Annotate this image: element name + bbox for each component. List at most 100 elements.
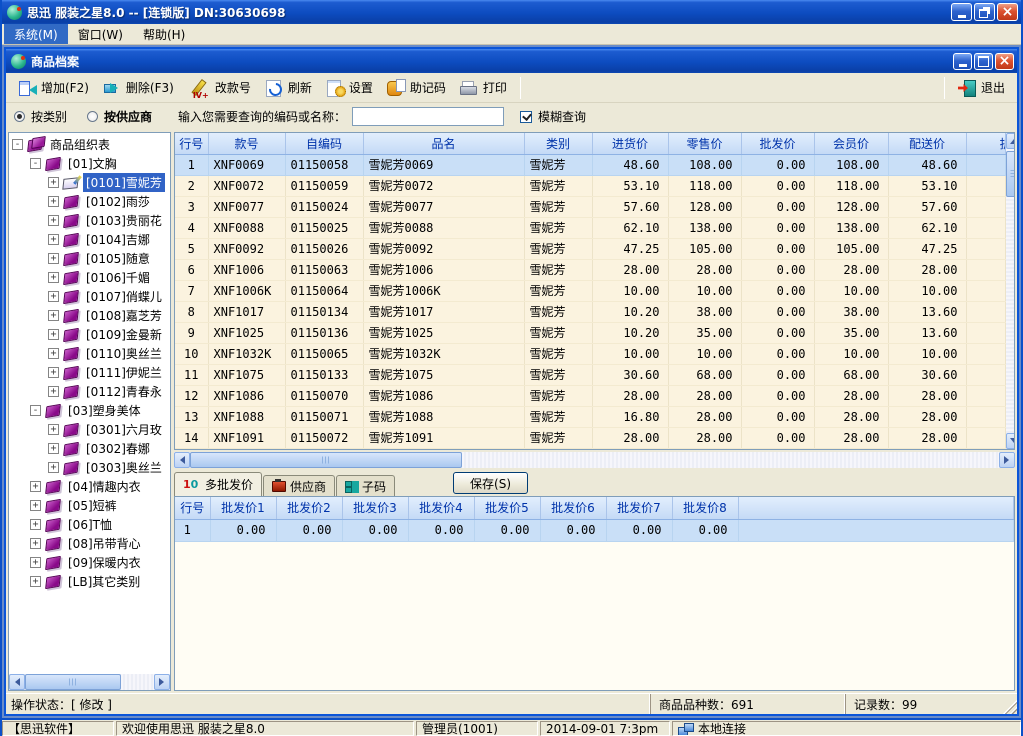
expand-icon[interactable]: + bbox=[48, 234, 59, 245]
table-cell[interactable]: 28.00 bbox=[668, 406, 741, 427]
table-cell[interactable]: 10.00 bbox=[592, 280, 668, 301]
tree-item-label[interactable]: [0302]春娜 bbox=[83, 439, 153, 458]
table-row[interactable]: 1XNF006901150058雪妮芳0069雪妮芳48.60108.000.0… bbox=[175, 154, 1005, 175]
table-cell[interactable]: 雪妮芳0077 bbox=[363, 196, 524, 217]
table-cell[interactable]: 28.00 bbox=[814, 406, 888, 427]
table-cell[interactable]: 13.60 bbox=[888, 322, 966, 343]
tree-item[interactable]: +[0110]奥丝兰 bbox=[9, 344, 170, 363]
tab-supplier[interactable]: 供应商 bbox=[263, 475, 335, 496]
table-cell[interactable]: 雪妮芳 bbox=[524, 175, 592, 196]
tree-item[interactable]: +[0108]嘉芝芳 bbox=[9, 306, 170, 325]
table-cell[interactable] bbox=[966, 427, 1005, 448]
table-cell[interactable]: 28.00 bbox=[888, 406, 966, 427]
table-cell[interactable]: 雪妮芳0069 bbox=[363, 154, 524, 175]
table-cell[interactable]: 10.00 bbox=[668, 343, 741, 364]
table-cell[interactable]: 28.00 bbox=[814, 385, 888, 406]
tree-item[interactable]: +[0105]随意 bbox=[9, 249, 170, 268]
table-cell[interactable]: 雪妮芳 bbox=[524, 301, 592, 322]
table-cell[interactable]: 0.00 bbox=[741, 280, 814, 301]
table-cell[interactable]: 0.00 bbox=[606, 519, 672, 541]
table-cell[interactable] bbox=[966, 238, 1005, 259]
tab-subcode[interactable]: 子码 bbox=[336, 475, 395, 496]
table-row[interactable]: 3XNF007701150024雪妮芳0077雪妮芳57.60128.000.0… bbox=[175, 196, 1005, 217]
table-cell[interactable]: XNF1032K bbox=[208, 343, 285, 364]
expand-icon[interactable]: + bbox=[48, 253, 59, 264]
tree-item[interactable]: +[0111]伊妮兰 bbox=[9, 363, 170, 382]
title-bar[interactable]: 思迅 服装之星8.0 -- [连锁版] DN:30630698 bbox=[2, 0, 1021, 24]
column-header[interactable]: 品名 bbox=[363, 133, 524, 154]
column-header[interactable]: 会员价 bbox=[814, 133, 888, 154]
tree-item[interactable]: +[0112]青春永 bbox=[9, 382, 170, 401]
tree-item[interactable]: +[0301]六月玫 bbox=[9, 420, 170, 439]
table-cell[interactable]: 13 bbox=[175, 406, 208, 427]
table-cell[interactable]: 28.00 bbox=[668, 427, 741, 448]
table-cell[interactable]: 35.00 bbox=[668, 322, 741, 343]
column-header[interactable]: 行号 bbox=[175, 133, 208, 154]
tree-item-label[interactable]: [04]情趣内衣 bbox=[65, 477, 144, 496]
table-cell[interactable]: XNF0092 bbox=[208, 238, 285, 259]
tree-item-label[interactable]: [0102]雨莎 bbox=[83, 192, 153, 211]
table-cell[interactable]: 12 bbox=[175, 385, 208, 406]
table-cell[interactable]: 雪妮芳1075 bbox=[363, 364, 524, 385]
table-cell[interactable]: 10.00 bbox=[814, 280, 888, 301]
column-header[interactable]: 批发价5 bbox=[474, 497, 540, 519]
delete-button[interactable]: 删除(F3) bbox=[97, 76, 180, 100]
column-header[interactable]: 款号 bbox=[208, 133, 285, 154]
table-cell[interactable] bbox=[966, 175, 1005, 196]
table-cell[interactable]: 0.00 bbox=[741, 301, 814, 322]
tree-item[interactable]: +[04]情趣内衣 bbox=[9, 477, 170, 496]
table-cell[interactable] bbox=[738, 519, 1014, 541]
mnemonic-button[interactable]: 助记码 bbox=[381, 76, 452, 100]
table-cell[interactable] bbox=[966, 385, 1005, 406]
tree-item-label[interactable]: [01]文胸 bbox=[65, 154, 120, 173]
tree-item-label[interactable]: [09]保暖内衣 bbox=[65, 553, 144, 572]
expand-icon[interactable]: + bbox=[30, 538, 41, 549]
tree-item-label[interactable]: [0110]奥丝兰 bbox=[83, 344, 165, 363]
tree-item[interactable]: +[0102]雨莎 bbox=[9, 192, 170, 211]
child-minimize-button[interactable] bbox=[953, 53, 972, 70]
table-cell[interactable]: 0.00 bbox=[408, 519, 474, 541]
tab-multi-wholesale-price[interactable]: 10 多批发价 bbox=[174, 472, 262, 496]
tree-item[interactable]: -[01]文胸 bbox=[9, 154, 170, 173]
print-button[interactable]: 打印 bbox=[454, 76, 513, 100]
tree-item[interactable]: +[05]短裤 bbox=[9, 496, 170, 515]
table-cell[interactable]: 28.00 bbox=[592, 259, 668, 280]
table-cell[interactable] bbox=[966, 217, 1005, 238]
table-cell[interactable]: 118.00 bbox=[814, 175, 888, 196]
restore-button[interactable] bbox=[974, 3, 995, 21]
table-cell[interactable]: 0.00 bbox=[741, 343, 814, 364]
table-cell[interactable]: 0.00 bbox=[741, 217, 814, 238]
table-cell[interactable]: 0.00 bbox=[540, 519, 606, 541]
table-cell[interactable]: 雪妮芳 bbox=[524, 196, 592, 217]
table-cell[interactable] bbox=[966, 259, 1005, 280]
grid-horizontal-scrollbar[interactable] bbox=[174, 452, 1015, 468]
table-cell[interactable]: 雪妮芳 bbox=[524, 406, 592, 427]
table-cell[interactable]: 28.00 bbox=[888, 385, 966, 406]
table-cell[interactable]: 11 bbox=[175, 364, 208, 385]
table-cell[interactable]: 01150134 bbox=[285, 301, 363, 322]
scroll-right-button[interactable] bbox=[154, 674, 170, 690]
tree-item[interactable]: +[0106]千媚 bbox=[9, 268, 170, 287]
table-cell[interactable]: 雪妮芳 bbox=[524, 385, 592, 406]
table-cell[interactable]: 0.00 bbox=[741, 259, 814, 280]
table-cell[interactable]: 雪妮芳 bbox=[524, 343, 592, 364]
search-input[interactable] bbox=[352, 107, 504, 126]
table-row[interactable]: 14XNF109101150072雪妮芳1091雪妮芳28.0028.000.0… bbox=[175, 427, 1005, 448]
table-cell[interactable]: 0.00 bbox=[741, 196, 814, 217]
refresh-button[interactable]: 刷新 bbox=[259, 76, 318, 100]
table-cell[interactable]: 105.00 bbox=[668, 238, 741, 259]
table-row[interactable]: 10XNF1032K01150065雪妮芳1032K雪妮芳10.0010.000… bbox=[175, 343, 1005, 364]
scrollbar-thumb[interactable] bbox=[190, 452, 462, 468]
table-cell[interactable]: 35.00 bbox=[814, 322, 888, 343]
tree-item[interactable]: +[0107]俏蝶儿 bbox=[9, 287, 170, 306]
column-header[interactable]: 批发价8 bbox=[672, 497, 738, 519]
fuzzy-search-checkbox[interactable] bbox=[520, 111, 532, 123]
table-cell[interactable]: XNF1088 bbox=[208, 406, 285, 427]
table-cell[interactable]: 雪妮芳 bbox=[524, 238, 592, 259]
child-close-button[interactable] bbox=[995, 53, 1014, 70]
table-cell[interactable]: 01150063 bbox=[285, 259, 363, 280]
tree-item[interactable]: +[LB]其它类别 bbox=[9, 572, 170, 591]
column-header[interactable] bbox=[738, 497, 1014, 519]
table-cell[interactable]: 13.60 bbox=[888, 301, 966, 322]
table-cell[interactable]: 0.00 bbox=[276, 519, 342, 541]
